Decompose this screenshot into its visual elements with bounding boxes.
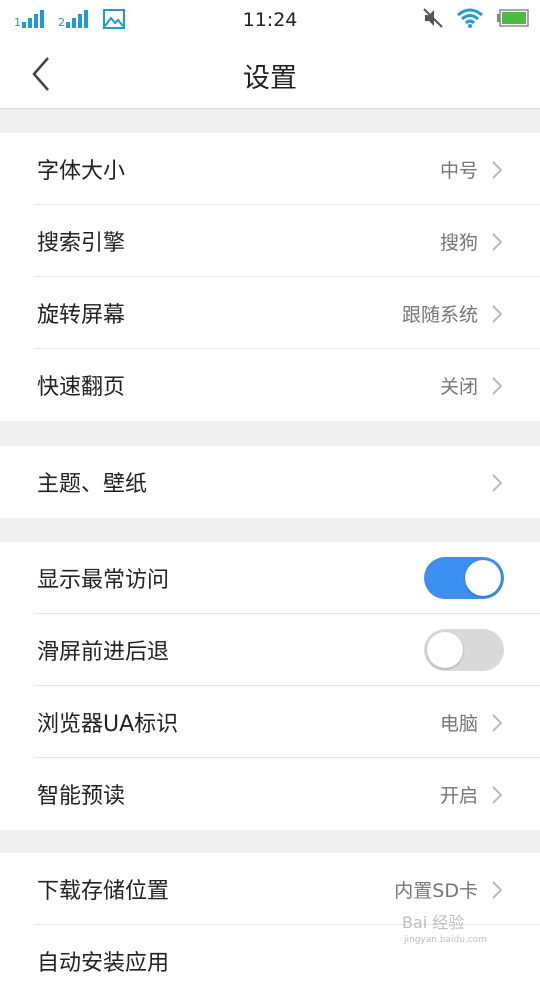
- setting-value: 开启: [439, 785, 478, 807]
- baidu-jingyan-watermark: Bai 经验 jingyan.baidu.com: [402, 913, 487, 945]
- setting-label: 浏览器UA标识: [37, 712, 179, 737]
- toggle-switch-off[interactable]: [424, 629, 504, 671]
- chevron-right-icon: [492, 305, 503, 323]
- chevron-right-icon: [492, 377, 503, 395]
- setting-label: 显示最常访问: [37, 568, 170, 593]
- chevron-right-icon: [492, 161, 503, 179]
- setting-theme-wallpaper[interactable]: 主题、壁纸: [0, 446, 540, 518]
- chevron-right-icon: [492, 233, 503, 251]
- setting-value: 内置SD卡: [394, 880, 478, 902]
- setting-value: 电脑: [439, 713, 478, 735]
- chevron-right-icon: [492, 786, 503, 804]
- setting-font-size[interactable]: 字体大小 中号: [0, 133, 540, 205]
- mute-icon: [423, 8, 443, 28]
- status-right-icons: [422, 7, 530, 29]
- toggle-knob: [465, 560, 501, 596]
- status-bar: 1 2 11:24: [0, 0, 540, 40]
- setting-label: 旋转屏幕: [37, 303, 126, 328]
- setting-label: 下载存储位置: [37, 879, 170, 904]
- settings-group-theme: 主题、壁纸: [0, 446, 540, 518]
- setting-label: 快速翻页: [37, 375, 126, 400]
- setting-label: 智能预读: [37, 784, 126, 809]
- setting-value: 中号: [439, 160, 478, 182]
- setting-value: 搜狗: [439, 232, 478, 254]
- watermark-brand: Bai 经验: [402, 913, 464, 932]
- setting-search-engine[interactable]: 搜索引擎 搜狗: [0, 205, 540, 277]
- nav-bar: 设置: [0, 40, 540, 109]
- toggle-knob: [427, 632, 463, 668]
- setting-label: 搜索引擎: [37, 231, 126, 256]
- chevron-right-icon: [492, 474, 503, 492]
- setting-ua-identifier[interactable]: 浏览器UA标识 电脑: [0, 686, 540, 758]
- setting-quick-page-turn[interactable]: 快速翻页 关闭: [0, 349, 540, 421]
- setting-label: 主题、壁纸: [37, 472, 148, 497]
- page-title: 设置: [243, 63, 297, 94]
- setting-show-most-visited: 显示最常访问: [0, 542, 540, 614]
- setting-label: 自动安装应用: [37, 951, 170, 976]
- chevron-right-icon: [492, 881, 503, 899]
- toggle-switch-on[interactable]: [424, 557, 504, 599]
- battery-icon: [497, 9, 529, 27]
- setting-label: 滑屏前进后退: [37, 640, 170, 665]
- setting-value: 跟随系统: [401, 304, 478, 326]
- setting-rotate-screen[interactable]: 旋转屏幕 跟随系统: [0, 277, 540, 349]
- setting-value: 关闭: [439, 376, 478, 398]
- settings-group-general: 字体大小 中号 搜索引擎 搜狗 旋转屏幕 跟随系统 快速翻页 关闭: [0, 133, 540, 421]
- watermark-url: jingyan.baidu.com: [403, 935, 487, 945]
- settings-group-browsing: 显示最常访问 滑屏前进后退 浏览器UA标识 电脑 智能预读 开启: [0, 542, 540, 830]
- setting-smart-preload[interactable]: 智能预读 开启: [0, 758, 540, 830]
- setting-label: 字体大小: [37, 159, 126, 184]
- setting-swipe-navigation: 滑屏前进后退: [0, 614, 540, 686]
- wifi-icon: [457, 8, 483, 28]
- chevron-right-icon: [492, 714, 503, 732]
